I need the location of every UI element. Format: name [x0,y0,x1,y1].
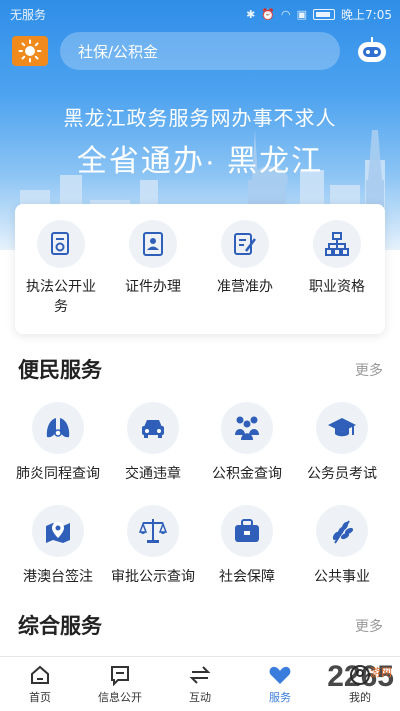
service-label: 审批公示查询 [111,569,195,585]
people-icon [235,416,259,440]
section-title: 综合服务 [18,614,102,638]
service-social-security[interactable]: 社会保障 [197,505,297,586]
card-label: 准营准办 [217,279,273,295]
service-label: 港澳台签注 [23,569,93,585]
sun-icon [18,39,42,63]
id-card-icon [143,232,163,256]
service-hk-macau-taiwan[interactable]: 港澳台签注 [8,505,108,586]
wifi-icon: ◠ [281,8,291,21]
org-chart-icon [325,232,349,256]
tab-services[interactable]: 服务 [240,663,320,705]
heart-icon [269,666,291,684]
battery-icon [313,9,336,20]
card-label: 职业资格 [309,279,365,295]
service-label: 肺炎同程查询 [16,466,100,482]
car-icon [142,420,164,438]
tab-label: 首页 [29,691,51,704]
weather-button[interactable] [12,36,48,66]
sim-icon: ▣ [296,8,308,21]
home-icon [31,665,49,684]
status-icons: ✱ ⏰ ◠ ▣ 晚上7:05 [246,6,392,23]
more-link[interactable]: 更多 [355,360,383,380]
service-traffic-violation[interactable]: 交通违章 [103,402,203,483]
bluetooth-icon: ✱ [246,8,256,21]
general-section-header: 综合服务 更多 [0,610,400,640]
lungs-icon [46,418,70,438]
robot-assistant-icon[interactable] [356,36,388,66]
card-label: 执法公开业务 [26,279,96,315]
card-item-certificates[interactable]: 证件办理 [107,220,199,297]
status-bar: 无服务 ✱ ⏰ ◠ ▣ 晚上7:05 [0,0,400,28]
scales-icon [138,519,168,543]
message-icon [111,666,129,686]
card-label: 证件办理 [125,279,181,295]
hero-slogan: 黑龙江政务服务网办事不求人 [63,108,337,130]
tab-label: 信息公开 [98,691,142,704]
service-covid-trip[interactable]: 肺炎同程查询 [8,402,108,483]
tab-label: 服务 [269,691,291,704]
tab-label: 互动 [189,691,211,704]
exchange-icon [189,666,211,684]
tab-interaction[interactable]: 互动 [160,663,240,705]
service-label: 公积金查询 [212,466,282,482]
convenience-section-header: 便民服务 更多 [0,354,400,384]
toolbox-icon [235,519,259,542]
service-label: 公共事业 [314,569,370,585]
more-link[interactable]: 更多 [355,616,383,636]
section-title: 便民服务 [18,358,102,382]
tab-info-disclosure[interactable]: 信息公开 [80,663,160,705]
search-placeholder: 社保/公积金 [78,42,159,61]
hero-headline: 全省通办· 黑龙江 [76,145,324,178]
service-label: 社会保障 [219,569,275,585]
service-civil-exam[interactable]: 公务员考试 [292,402,392,483]
service-approval-publicity[interactable]: 审批公示查询 [103,505,203,586]
search-input[interactable]: 社保/公积金 [60,32,340,70]
wheat-icon [332,520,354,544]
service-label: 公务员考试 [307,466,377,482]
site-watermark-sub: 游网 [370,666,392,679]
card-item-qualifications[interactable]: 职业资格 [291,220,383,297]
document-seal-icon [51,232,69,255]
edit-doc-icon [234,233,256,255]
card-item-law-enforcement[interactable]: 执法公开业务 [15,220,107,317]
map-pin-icon [46,522,70,543]
clock-label: 晚上7:05 [341,8,392,22]
tab-home[interactable]: 首页 [0,663,80,705]
card-item-business-permits[interactable]: 准营准办 [199,220,291,297]
service-public-utilities[interactable]: 公共事业 [292,505,392,586]
alarm-icon: ⏰ [261,8,276,21]
quick-services-card: 执法公开业务 证件办理 准营准办 职业资格 [15,204,385,334]
top-bar: 社保/公积金 [0,32,400,72]
service-label: 交通违章 [125,466,181,482]
carrier-label: 无服务 [10,8,47,22]
service-housing-fund[interactable]: 公积金查询 [197,402,297,483]
graduation-cap-icon [328,418,356,437]
